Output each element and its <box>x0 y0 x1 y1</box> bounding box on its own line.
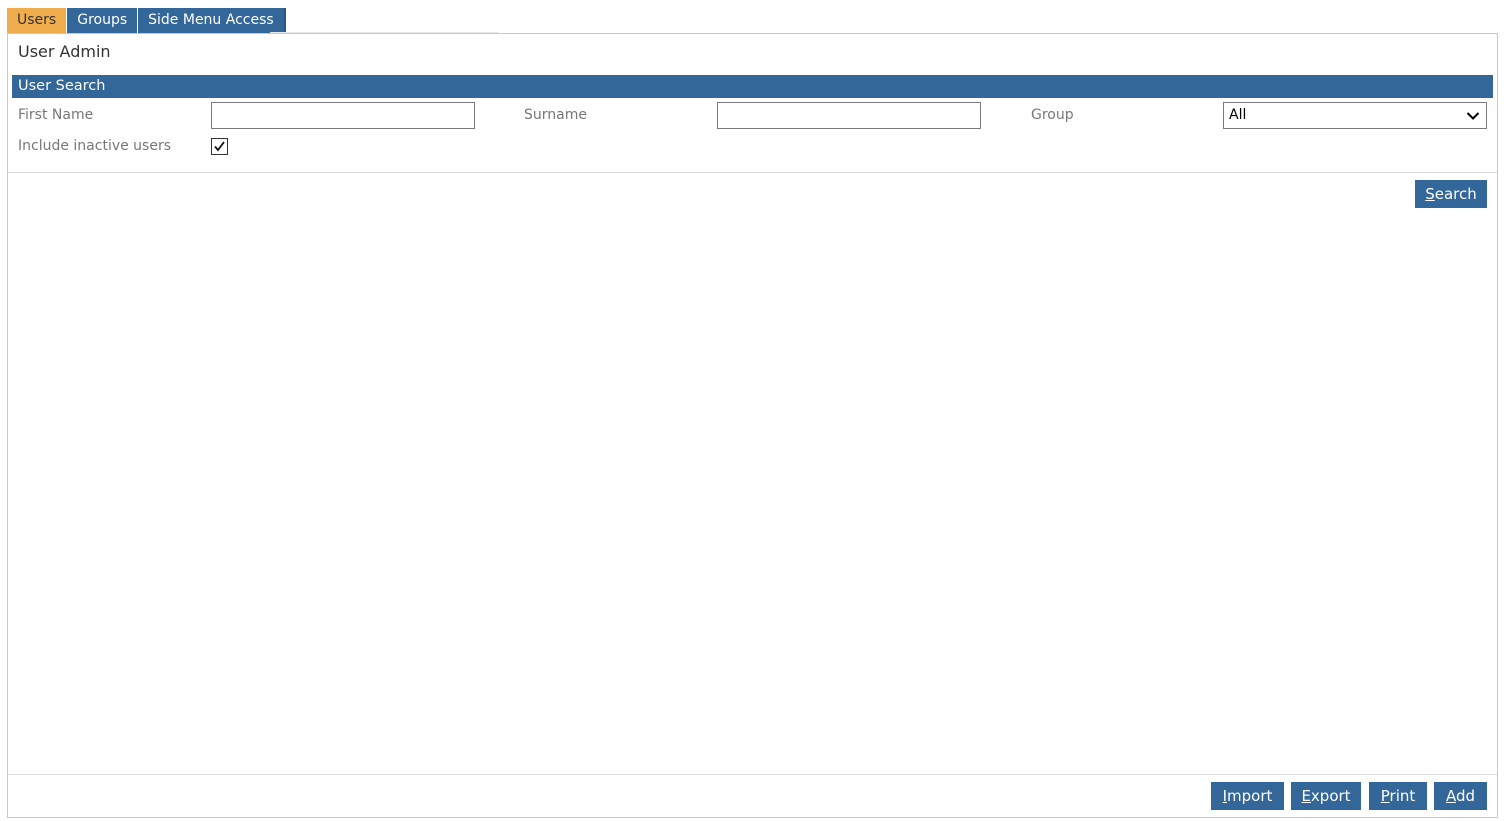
search-button-mnemonic: S <box>1425 185 1435 203</box>
import-button[interactable]: Import <box>1211 782 1284 810</box>
add-button[interactable]: Add <box>1434 782 1487 810</box>
search-divider <box>8 172 1497 173</box>
search-button[interactable]: Search <box>1415 180 1487 208</box>
chevron-down-icon <box>1466 112 1480 120</box>
page-title: User Admin <box>18 42 111 61</box>
include-inactive-label: Include inactive users <box>18 138 172 154</box>
surname-label: Surname <box>524 107 587 123</box>
print-button[interactable]: Print <box>1369 782 1427 810</box>
search-button-label: earch <box>1434 185 1477 203</box>
group-select[interactable]: All <box>1223 102 1487 129</box>
tab-users[interactable]: Users <box>7 8 67 33</box>
user-admin-panel: User Admin User Search First Name Surnam… <box>7 33 1498 818</box>
first-name-input[interactable] <box>211 102 475 129</box>
tab-groups[interactable]: Groups <box>67 8 138 33</box>
user-search-header: User Search <box>12 75 1493 98</box>
export-button[interactable]: Export <box>1291 782 1361 810</box>
group-select-value: All <box>1229 107 1247 123</box>
print-button-label: rint <box>1389 787 1416 805</box>
tab-side-menu-access[interactable]: Side Menu Access <box>138 8 286 33</box>
export-button-label: xport <box>1310 787 1351 805</box>
surname-input[interactable] <box>717 102 981 129</box>
include-inactive-checkbox[interactable] <box>211 138 228 155</box>
add-button-label: dd <box>1455 787 1476 805</box>
export-button-mnemonic: E <box>1301 787 1311 805</box>
print-button-mnemonic: P <box>1380 787 1390 805</box>
import-button-label: mport <box>1227 787 1273 805</box>
checkmark-icon <box>214 141 225 152</box>
add-button-mnemonic: A <box>1445 787 1456 805</box>
first-name-label: First Name <box>18 107 94 123</box>
tab-bar: Users Groups Side Menu Access <box>7 8 287 34</box>
footer-divider <box>8 774 1497 775</box>
user-admin-app: Users Groups Side Menu Access User Admin… <box>0 0 1504 821</box>
group-label: Group <box>1031 107 1074 123</box>
